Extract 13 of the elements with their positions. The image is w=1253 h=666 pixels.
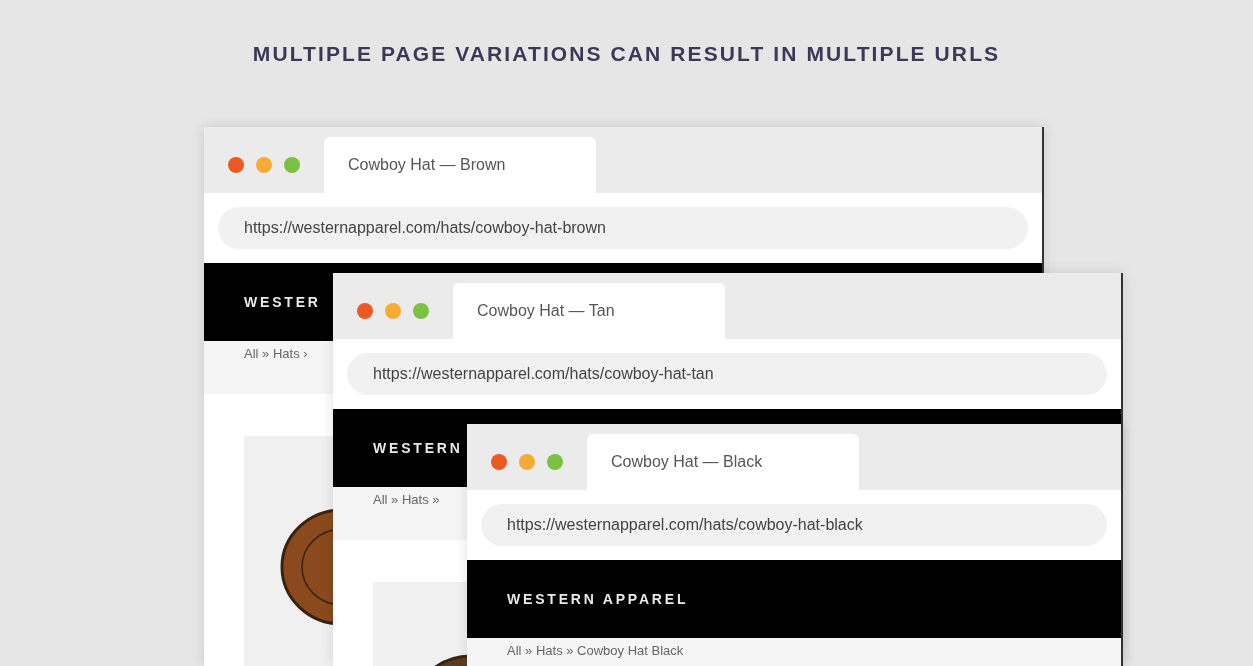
browser-tab[interactable]: Cowboy Hat — Brown (324, 137, 596, 193)
brand-name: WESTERN (373, 438, 463, 458)
browser-tab[interactable]: Cowboy Hat — Black (587, 434, 859, 490)
breadcrumb[interactable]: All » Hats » Cowboy Hat Black (507, 642, 684, 660)
breadcrumb[interactable]: All » Hats › (244, 345, 308, 363)
browser-tab[interactable]: Cowboy Hat — Tan (453, 283, 725, 339)
brand-name: WESTER (244, 292, 321, 312)
address-bar[interactable]: https://westernapparel.com/hats/cowboy-hat-tan (347, 353, 1107, 395)
address-bar[interactable]: https://westernapparel.com/hats/cowboy-hat-black (481, 504, 1107, 546)
brand-name: WESTERN APPAREL (507, 589, 689, 609)
address-bar[interactable]: https://westernapparel.com/hats/cowboy-hat-brown (218, 207, 1028, 249)
heading: MULTIPLE PAGE VARIATIONS CAN RESULT IN MULTIPLE URLS (252, 41, 1001, 67)
breadcrumb[interactable]: All » Hats » (373, 491, 440, 509)
